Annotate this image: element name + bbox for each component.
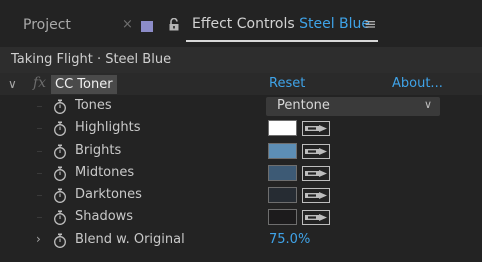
- effect-controls-list: ∨ fx CC Toner Reset About... Tones Pento…: [0, 73, 482, 251]
- tab-layer-name: Steel Blue: [299, 16, 371, 32]
- lock-icon[interactable]: [168, 18, 180, 31]
- blend-unit: %: [297, 231, 311, 247]
- fx-toggle-icon[interactable]: fx: [33, 75, 46, 91]
- property-label: Brights: [75, 142, 122, 158]
- eyedropper-icon[interactable]: [302, 188, 330, 204]
- close-icon[interactable]: ×: [122, 17, 133, 32]
- eyedropper-icon[interactable]: [302, 210, 330, 226]
- active-tab-indicator: [186, 40, 378, 42]
- stopwatch-icon[interactable]: [53, 99, 67, 114]
- eyedropper-icon[interactable]: [302, 121, 330, 137]
- blend-value: 75.0: [269, 231, 298, 247]
- property-row-midtones: Midtones: [0, 162, 482, 184]
- layer-color-swatch: [141, 21, 153, 32]
- panel-tab-bar: Project × Effect Controls Steel Blue ≡: [0, 0, 482, 47]
- property-row-darktones: Darktones: [0, 184, 482, 206]
- chevron-down-icon[interactable]: ∨: [8, 77, 17, 91]
- property-label: Darktones: [75, 187, 142, 203]
- stopwatch-icon[interactable]: [53, 166, 67, 181]
- property-label: Blend w. Original: [75, 231, 185, 247]
- tree-line: [37, 150, 42, 152]
- tab-effect-controls-label: Effect Controls: [192, 16, 295, 32]
- breadcrumb: Taking Flight · Steel Blue: [0, 47, 482, 73]
- property-label: Highlights: [75, 120, 141, 136]
- about-link[interactable]: About...: [392, 76, 443, 91]
- property-row-shadows: Shadows: [0, 206, 482, 228]
- effect-header-row: ∨ fx CC Toner Reset About...: [0, 73, 482, 95]
- eyedropper-icon[interactable]: [302, 143, 330, 159]
- stopwatch-icon[interactable]: [53, 188, 67, 204]
- tones-dropdown[interactable]: Pentone ∨: [266, 97, 440, 116]
- property-label: Shadows: [75, 209, 134, 225]
- midtones-color-swatch[interactable]: [268, 164, 297, 181]
- blend-value-scrubber[interactable]: 75.0%: [269, 232, 310, 247]
- tab-project[interactable]: Project: [23, 17, 71, 33]
- tree-line: [37, 172, 42, 174]
- effect-name[interactable]: CC Toner: [51, 75, 117, 94]
- tab-effect-controls[interactable]: Effect Controls Steel Blue: [192, 16, 370, 32]
- tree-line: [37, 195, 42, 197]
- shadows-color-swatch[interactable]: [268, 209, 297, 226]
- tree-line: [37, 128, 42, 130]
- chevron-right-icon[interactable]: ›: [36, 232, 41, 246]
- tree-line: [37, 217, 42, 219]
- dropdown-value: Pentone: [277, 98, 330, 113]
- stopwatch-icon[interactable]: [53, 144, 67, 159]
- stopwatch-icon[interactable]: [53, 233, 67, 248]
- tree-line: [37, 106, 42, 107]
- property-label: Midtones: [75, 164, 135, 180]
- darktones-color-swatch[interactable]: [268, 187, 297, 204]
- stopwatch-icon[interactable]: [53, 121, 67, 137]
- brights-color-swatch[interactable]: [268, 142, 297, 159]
- stopwatch-icon[interactable]: [53, 210, 67, 226]
- property-row-highlights: Highlights: [0, 117, 482, 139]
- chevron-down-icon: ∨: [423, 98, 432, 111]
- property-row-blend: › Blend w. Original 75.0%: [0, 229, 482, 251]
- property-row-tones: Tones Pentone ∨: [0, 95, 482, 117]
- reset-link[interactable]: Reset: [269, 76, 305, 91]
- property-label: Tones: [75, 98, 112, 113]
- eyedropper-icon[interactable]: [302, 165, 330, 181]
- property-row-brights: Brights: [0, 140, 482, 162]
- highlights-color-swatch[interactable]: [268, 120, 297, 137]
- panel-menu-icon[interactable]: ≡: [364, 15, 377, 33]
